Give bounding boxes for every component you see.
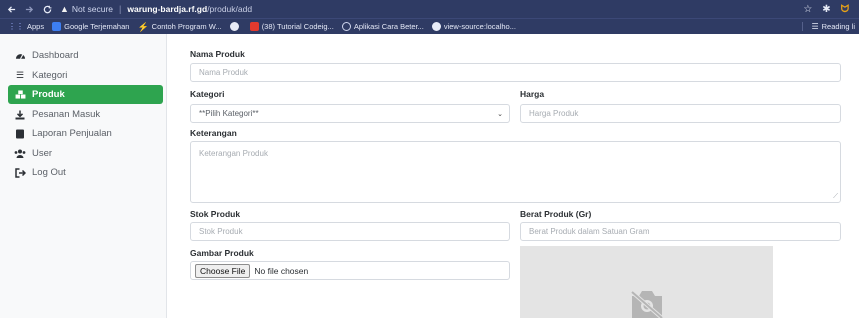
sidebar-item-label: Kategori [32,70,68,81]
dashboard-gauge-icon [14,51,26,60]
book-icon [14,129,26,139]
sidebar-item-label: Log Out [32,167,66,178]
list-icon: ☰ [15,70,25,80]
reading-list-label: Reading li [821,22,855,31]
cubes-icon [14,90,26,99]
security-label: Not secure [71,4,114,14]
globe-icon [431,22,441,31]
kategori-select[interactable]: **Pilih Kategori** ⌄ [190,104,510,123]
forward-button[interactable] [22,2,36,16]
sidebar-item-kategori[interactable]: ☰ Kategori [8,66,163,85]
bookmark-contoh-program[interactable]: ⚡ Contoh Program W... [137,22,222,32]
users-icon [14,149,26,158]
warning-triangle-icon: ▲ [60,4,69,14]
sidebar-item-label: Laporan Penjualan [32,128,112,139]
keterangan-placeholder: Keterangan Produk [199,149,268,158]
sidebar-item-produk[interactable]: Produk [8,85,163,104]
bookmark-label: Contoh Program W... [151,22,222,31]
gambar-produk-file-input[interactable]: Choose File No file chosen [190,261,510,280]
gambar-produk-label: Gambar Produk [190,248,254,258]
bookmark-label: Aplikasi Cara Beter... [353,22,424,31]
kategori-label: Kategori [190,89,225,99]
ring-icon [341,22,351,31]
bookmark-aplikasi[interactable]: Aplikasi Cara Beter... [341,22,424,31]
stok-produk-input[interactable]: Stok Produk [190,222,510,241]
sidebar-item-dashboard[interactable]: Dashboard [8,46,163,65]
stok-produk-label: Stok Produk [190,209,241,219]
harga-input[interactable]: Harga Produk [520,104,841,123]
youtube-icon [249,22,259,31]
chevron-down-icon: ⌄ [497,111,503,118]
harga-label: Harga [520,89,545,99]
resize-grip-icon[interactable]: ⟋ [833,193,838,201]
file-status-text: No file chosen [254,265,309,276]
extension-icon[interactable]: ᗢ [841,4,849,15]
keterangan-textarea[interactable]: Keterangan Produk ⟋ [190,141,841,203]
choose-file-button[interactable]: Choose File [195,263,251,278]
bookmark-github[interactable] [229,22,242,31]
keterangan-label: Keterangan [190,128,237,138]
reading-list-icon: ☰ [811,22,819,31]
arrow-right-icon [25,5,33,13]
image-preview [520,246,773,318]
berat-produk-label: Berat Produk (Gr) [520,209,592,219]
sidebar-item-label: Produk [32,89,65,100]
sidebar: Dashboard ☰ Kategori Produk Pesanan Masu… [0,34,167,318]
bookmark-label: view-source:localho... [443,22,516,31]
bookmark-view-source[interactable]: view-source:localho... [431,22,516,31]
reload-icon [43,5,51,13]
apps-grid-icon: ⋮⋮ [8,22,24,31]
github-icon [229,22,239,31]
bookmark-youtube[interactable]: (38) Tutorial Codeig... [249,22,334,31]
bookmark-google-translate[interactable]: Google Terjemahan [52,22,129,31]
bookmark-label: Apps [27,22,45,31]
google-translate-icon [52,22,62,31]
address-bar[interactable]: ▲ Not secure | warung-bardja.rf.gd /prod… [60,4,252,14]
extensions-puzzle-icon[interactable]: ✱ [822,4,830,15]
nama-produk-input[interactable]: Nama Produk [190,63,841,82]
bolt-icon: ⚡ [137,22,149,32]
berat-produk-input[interactable]: Berat Produk dalam Satuan Gram [520,222,841,241]
bookmark-label: (38) Tutorial Codeig... [261,22,334,31]
nama-produk-label: Nama Produk [190,49,245,59]
sidebar-item-label: Dashboard [32,50,79,61]
sidebar-item-label: User [32,148,53,159]
browser-toolbar: ▲ Not secure | warung-bardja.rf.gd /prod… [0,0,859,18]
sidebar-item-log-out[interactable]: Log Out [8,163,163,182]
url-separator: | [119,4,122,14]
kategori-selected-value: **Pilih Kategori** [199,109,259,118]
no-camera-icon [630,290,663,318]
bookmark-star-icon[interactable]: ☆ [803,4,812,15]
sidebar-item-label: Pesanan Masuk [32,109,101,120]
bookmark-label: Google Terjemahan [64,22,130,31]
add-product-form: Nama Produk Nama Produk Kategori **Pilih… [167,34,859,318]
url-host: warung-bardja.rf.gd [127,4,208,14]
sign-out-icon [14,167,26,178]
sidebar-item-laporan-penjualan[interactable]: Laporan Penjualan [8,124,163,143]
back-button[interactable] [4,2,18,16]
download-icon [14,110,26,120]
reading-list-button[interactable]: ☰ Reading li [802,22,855,31]
bookmarks-bar: ⋮⋮ Apps Google Terjemahan ⚡ Contoh Progr… [0,18,859,34]
sidebar-item-user[interactable]: User [8,144,163,163]
arrow-left-icon [7,5,15,13]
bookmark-apps[interactable]: ⋮⋮ Apps [8,22,44,31]
url-path: /produk/add [207,4,253,14]
reload-button[interactable] [40,2,54,16]
sidebar-item-pesanan-masuk[interactable]: Pesanan Masuk [8,105,163,124]
